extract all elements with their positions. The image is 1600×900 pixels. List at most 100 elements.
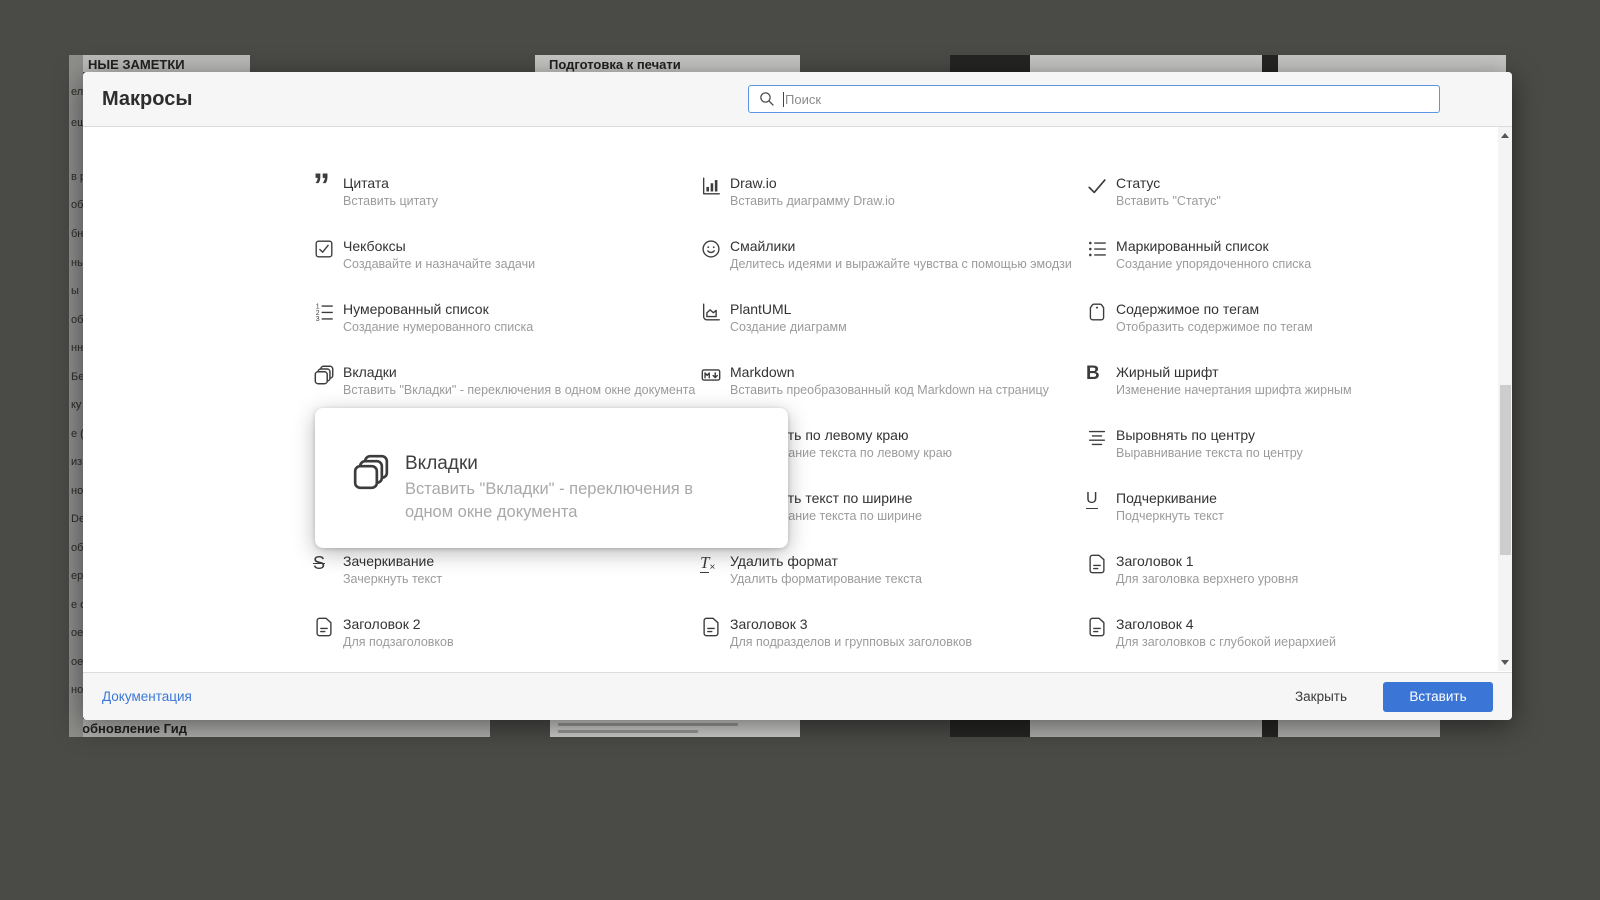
background-fragment-text: ое (71, 656, 83, 668)
scrollbar-down-arrow-icon[interactable] (1501, 660, 1509, 665)
macro-item-description: Для заголовка верхнего уровня (1116, 572, 1299, 586)
macro-item[interactable]: B Жирный шрифт Изменение начертания шрифта… (1086, 360, 1462, 423)
bold-icon: B (1086, 363, 1100, 384)
macro-item-title: Жирный шрифт (1116, 364, 1219, 380)
heading-icon (1086, 553, 1116, 575)
strikethrough-icon: S (313, 553, 326, 573)
macro-item[interactable]: U Подчеркивание Подчеркнуть текст (1086, 486, 1462, 549)
macro-item[interactable]: Заголовок 2 Для подзаголовков (313, 612, 700, 672)
close-button[interactable]: Закрыть (1289, 688, 1353, 705)
background-fragment: з обновление Гид (69, 719, 490, 737)
macro-item-description: Для подзаголовков (343, 635, 454, 649)
macro-item-description: Вставить цитату (343, 194, 438, 208)
background-fragment-text: из (71, 456, 83, 468)
macro-item-title: Чекбоксы (343, 238, 406, 254)
macro-item-description: Отобразить содержимое по тегам (1116, 320, 1313, 334)
macro-item-description: Зачеркнуть текст (343, 572, 443, 586)
macro-item-description: Создание диаграмм (730, 320, 847, 334)
plantuml-icon (700, 301, 730, 323)
macro-item[interactable]: S Зачеркивание Зачеркнуть текст (313, 549, 700, 612)
scrollbar-track[interactable] (1498, 127, 1512, 671)
background-fragment-text: ое (71, 627, 83, 639)
dimmed-background-left-strip: ели ещ в р об бн ны ы об нн Бе ку е (из но De об ер е о о… (69, 55, 83, 737)
dialog-footer: Документация Закрыть Вставить (83, 672, 1512, 720)
dialog-header: Макросы (83, 72, 1512, 127)
macro-item[interactable]: Заголовок 3 Для подразделов и групповых з… (700, 612, 1086, 672)
macro-item-description: Создание упорядоченного списка (1116, 257, 1312, 271)
macro-item[interactable]: PlantUML Создание диаграмм (700, 297, 1086, 360)
background-fragment-text: но (71, 485, 83, 497)
insert-button[interactable]: Вставить (1383, 681, 1493, 712)
macro-item[interactable]: Чекбоксы Создавайте и назначайте задачи (313, 234, 700, 297)
background-fragment-text: ели (71, 86, 83, 98)
background-fragment-text: в р (71, 171, 83, 183)
macro-item-description: Подчеркнуть текст (1116, 509, 1224, 523)
macro-item[interactable]: Draw.io Вставить диаграмму Draw.io (700, 171, 1086, 234)
macro-item-title: Заголовок 1 (1116, 553, 1194, 569)
macro-item-title: Заголовок 4 (1116, 616, 1194, 632)
macro-item-title: Заголовок 3 (730, 616, 808, 632)
macro-item[interactable]: 1 2 3 Нумерованный список Создание нумерован… (313, 297, 700, 360)
macro-item[interactable]: Маркированный список Создание упорядоченн… (1086, 234, 1462, 297)
background-fragment-text: об (71, 542, 83, 554)
heading-icon (700, 616, 730, 638)
background-fragment (950, 719, 1030, 737)
background-fragment-text: но (71, 684, 83, 696)
underline-icon: U (1086, 490, 1098, 509)
macro-item-description: Выравнивание текста по центру (1116, 446, 1303, 460)
macro-item[interactable]: ” Цитата Вставить цитату (313, 169, 700, 234)
macro-item-description: Создание нумерованного списка (343, 320, 534, 334)
numbered-list-icon: 123 (313, 301, 343, 323)
scrollbar-thumb[interactable] (1499, 385, 1511, 555)
tag-icon (1086, 301, 1116, 323)
tabs-icon (313, 364, 343, 386)
macro-item[interactable]: Статус Вставить "Статус" (1086, 171, 1462, 234)
tooltip-description: Вставить "Вкладки" - переключения в одно… (405, 480, 694, 521)
macro-item-title: Markdown (730, 364, 795, 380)
macro-item-title: Смайлики (730, 238, 796, 254)
macro-item-title: Вкладки (343, 364, 397, 380)
background-fragment-text: De (71, 513, 83, 525)
text-caret (783, 91, 784, 107)
scrollbar-up-arrow-icon[interactable] (1501, 133, 1509, 138)
macro-item-description: Делитесь идеями и выражайте чувства с по… (730, 257, 1072, 271)
macro-item-description: Вставить диаграмму Draw.io (730, 194, 895, 208)
macro-item-description: Вставить "Статус" (1116, 194, 1221, 208)
background-fragment-text: НЫЕ ЗАМЕТКИ (88, 57, 185, 72)
documentation-link[interactable]: Документация (102, 689, 192, 704)
macro-item-title: Нумерованный список (343, 301, 489, 317)
heading-icon (1086, 616, 1116, 638)
macro-item-description: Создавайте и назначайте задачи (343, 257, 536, 271)
search-input[interactable] (785, 91, 1431, 107)
background-fragment-text: об (71, 314, 83, 326)
check-icon (1086, 175, 1116, 197)
macro-item[interactable]: T× Удалить формат Удалить форматирование т… (700, 549, 1086, 612)
background-fragment-text: нн (71, 342, 83, 354)
macro-item[interactable]: Выровнять по центру Выравнивание текста п… (1086, 423, 1462, 486)
macro-item[interactable]: Смайлики Делитесь идеями и выражайте чувс… (700, 234, 1086, 297)
macro-item-description: Удалить форматирование текста (730, 572, 922, 586)
macro-item[interactable]: Заголовок 1 Для заголовка верхнего уровня (1086, 549, 1462, 612)
background-fragment (550, 719, 800, 737)
macro-item-title: PlantUML (730, 301, 792, 317)
smiley-icon (700, 238, 730, 260)
macro-item[interactable]: Содержимое по тегам Отобразить содержимое… (1086, 297, 1462, 360)
tabs-icon (351, 452, 391, 492)
background-fragment-text: з обновление Гид (72, 721, 187, 736)
align-center-icon (1086, 427, 1116, 449)
drawio-icon (700, 175, 730, 197)
checkbox-icon (313, 238, 343, 260)
background-fragment (950, 55, 1030, 72)
background-fragment-text: е о (71, 599, 83, 611)
macro-item-title: Маркированный список (1116, 238, 1269, 254)
background-fragment-text: бн (71, 228, 83, 240)
background-fragment-text: ы (71, 285, 79, 297)
macro-item-title: Выровнять по центру (1116, 427, 1255, 443)
background-fragment (1278, 719, 1440, 737)
macro-item-description: Для подразделов и групповых заголовков (730, 635, 973, 649)
macro-item-title: Удалить формат (730, 553, 838, 569)
tooltip-title: Вкладки (405, 453, 478, 474)
macro-item[interactable]: Заголовок 4 Для заголовков с глубокой иер… (1086, 612, 1462, 672)
macro-item-title: Цитата (343, 175, 389, 191)
background-fragment-text: ны (71, 257, 83, 269)
